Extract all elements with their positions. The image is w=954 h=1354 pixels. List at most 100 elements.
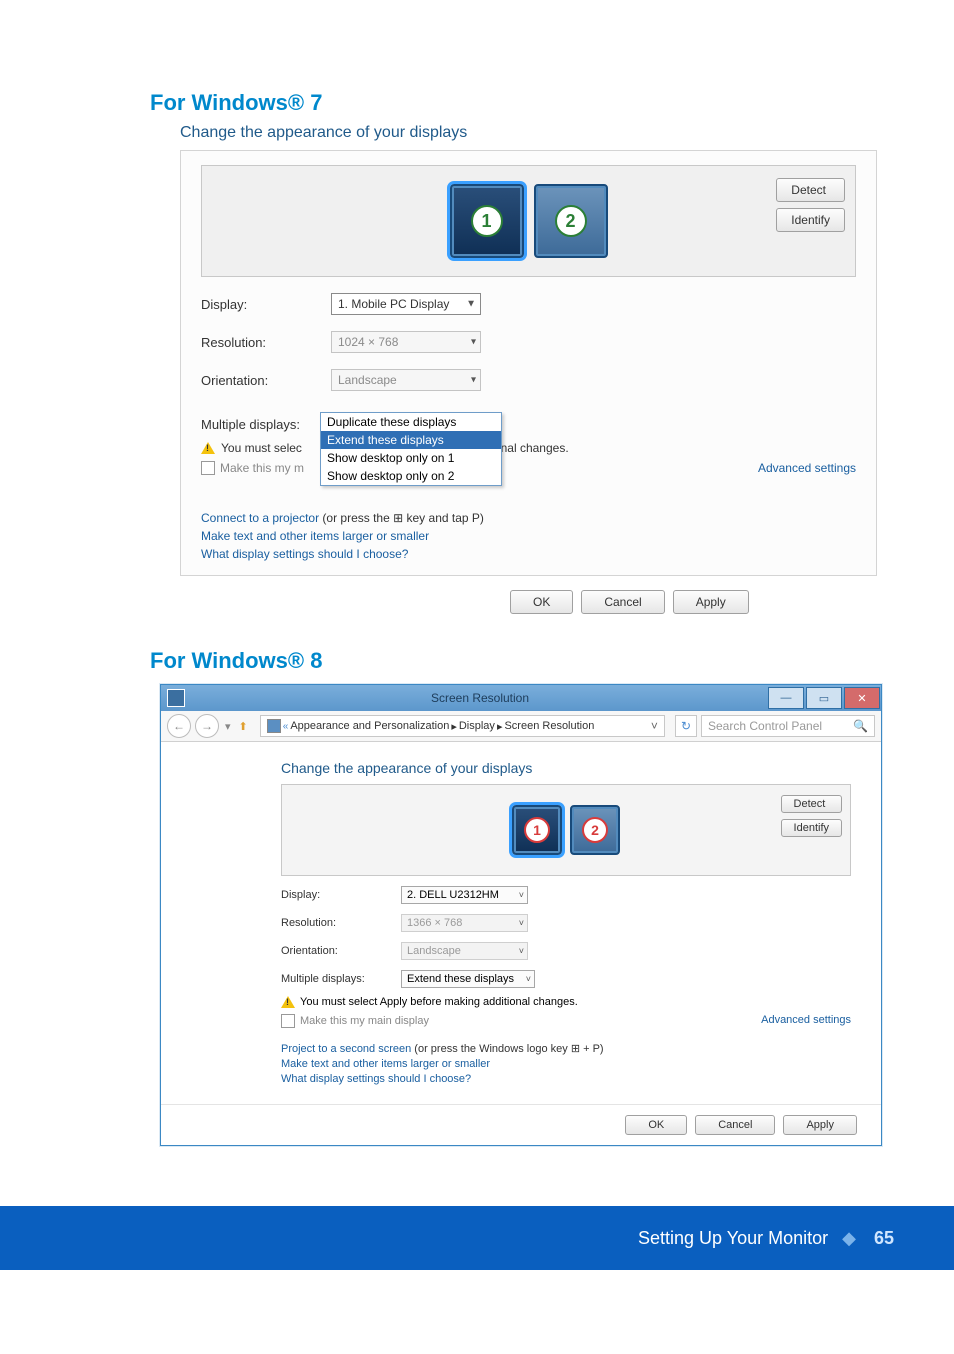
make-text-larger-link[interactable]: Make text and other items larger or smal…: [281, 1058, 851, 1070]
display-combo[interactable]: 2. DELL U2312HM˅: [401, 886, 528, 904]
control-panel-icon: [267, 719, 281, 733]
identify-button[interactable]: Identify: [781, 819, 842, 837]
breadcrumb-laquo: «: [283, 721, 289, 732]
resolution-label: Resolution:: [281, 917, 401, 929]
breadcrumb-item[interactable]: Screen Resolution: [504, 720, 594, 732]
resolution-combo[interactable]: 1366 × 768˅: [401, 914, 528, 932]
monitor-number: 1: [471, 205, 503, 237]
monitor-number: 2: [582, 817, 608, 843]
multiple-displays-dropdown[interactable]: Duplicate these displays Extend these di…: [320, 412, 502, 486]
back-button[interactable]: ←: [167, 714, 191, 738]
warning-icon: [201, 442, 215, 454]
win7-panel: 1 2 Detect Identify Display: 1. Mobile P…: [180, 150, 877, 576]
diamond-icon: ◆: [842, 1228, 856, 1249]
display-arrangement-box[interactable]: 1 2 Detect Identify: [201, 165, 856, 277]
advanced-settings-link[interactable]: Advanced settings: [761, 1014, 851, 1028]
display-label: Display:: [201, 297, 331, 312]
page-footer: Setting Up Your Monitor ◆ 65: [0, 1206, 954, 1270]
search-icon: 🔍: [853, 719, 868, 733]
chevron-down-icon: ▾: [471, 375, 476, 386]
resolution-label: Resolution:: [201, 335, 331, 350]
apply-button[interactable]: Apply: [673, 590, 749, 614]
apply-button[interactable]: Apply: [783, 1115, 857, 1135]
windows-key-icon: ⊞: [393, 511, 403, 525]
win8-nav-toolbar: ← → ▾ ⬆ « Appearance and Personalization…: [161, 711, 881, 742]
warning-text-left: You must selec: [221, 441, 302, 455]
chevron-down-icon: ˅: [519, 890, 524, 900]
page-number: 65: [874, 1228, 894, 1249]
advanced-settings-link[interactable]: Advanced settings: [758, 461, 856, 475]
recent-dropdown[interactable]: ▾: [223, 720, 233, 733]
warning-text-right: onal changes.: [494, 441, 569, 455]
monitor-1[interactable]: 1: [512, 805, 562, 855]
chevron-down-icon: ˅: [519, 918, 524, 928]
chevron-down-icon: ˅: [526, 974, 531, 984]
ok-button[interactable]: OK: [625, 1115, 687, 1135]
multiple-displays-combo[interactable]: Extend these displays˅: [401, 970, 535, 988]
orientation-label: Orientation:: [201, 373, 331, 388]
monitor-1[interactable]: 1: [450, 184, 524, 258]
connect-projector-link[interactable]: Connect to a projector (or press the ⊞ k…: [201, 511, 856, 525]
resolution-combo[interactable]: 1024 × 768▾: [331, 331, 481, 353]
make-main-checkbox[interactable]: [281, 1014, 295, 1028]
win8-window: Screen Resolution — ▭ ✕ ← → ▾ ⬆ « Appear…: [160, 684, 882, 1146]
monitor-2[interactable]: 2: [534, 184, 608, 258]
chevron-right-icon: ▸: [497, 720, 503, 733]
multiple-displays-label: Multiple displays:: [281, 973, 401, 985]
dropdown-option[interactable]: Show desktop only on 2: [321, 467, 501, 485]
display-combo[interactable]: 1. Mobile PC Display▼: [331, 293, 481, 315]
control-panel-icon: [167, 689, 185, 707]
make-main-label: Make this my main display: [300, 1015, 429, 1027]
chevron-right-icon: ▸: [451, 720, 457, 733]
warning-text: You must select Apply before making addi…: [300, 996, 578, 1008]
warning-icon: [281, 996, 295, 1008]
breadcrumb-bar[interactable]: « Appearance and Personalization ▸ Displ…: [260, 715, 665, 737]
monitor-2[interactable]: 2: [570, 805, 620, 855]
monitor-number: 2: [555, 205, 587, 237]
windows-key-icon: ⊞: [571, 1043, 580, 1055]
make-main-label: Make this my m: [220, 461, 304, 475]
multiple-displays-label: Multiple displays:: [201, 417, 331, 432]
display-label: Display:: [281, 889, 401, 901]
window-title: Screen Resolution: [193, 691, 767, 705]
project-second-screen-link[interactable]: Project to a second screen (or press the…: [281, 1042, 851, 1055]
cancel-button[interactable]: Cancel: [695, 1115, 775, 1135]
detect-button[interactable]: Detect: [776, 178, 845, 202]
close-button[interactable]: ✕: [844, 687, 880, 709]
up-button[interactable]: ⬆: [237, 720, 250, 733]
chevron-down-icon: ▾: [471, 337, 476, 348]
make-main-checkbox[interactable]: [201, 461, 215, 475]
section-heading-win8: For Windows® 8: [150, 648, 854, 674]
display-arrangement-box[interactable]: 1 2 Detect Identify: [281, 784, 851, 876]
win8-titlebar[interactable]: Screen Resolution — ▭ ✕: [161, 685, 881, 711]
orientation-label: Orientation:: [281, 945, 401, 957]
orientation-combo[interactable]: Landscape▾: [331, 369, 481, 391]
maximize-button[interactable]: ▭: [806, 687, 842, 709]
what-settings-link[interactable]: What display settings should I choose?: [281, 1073, 851, 1085]
breadcrumb-dropdown[interactable]: ˅: [651, 719, 658, 733]
search-placeholder: Search Control Panel: [708, 719, 822, 733]
ok-button[interactable]: OK: [510, 590, 573, 614]
dropdown-option[interactable]: Show desktop only on 1: [321, 449, 501, 467]
cancel-button[interactable]: Cancel: [581, 590, 664, 614]
section-heading-win7: For Windows® 7: [150, 90, 854, 116]
win8-subtitle: Change the appearance of your displays: [281, 760, 851, 776]
chevron-down-icon: ▼: [466, 299, 476, 310]
detect-button[interactable]: Detect: [781, 795, 842, 813]
chevron-down-icon: ˅: [519, 946, 524, 956]
forward-button[interactable]: →: [195, 714, 219, 738]
footer-section-title: Setting Up Your Monitor: [638, 1228, 828, 1249]
what-settings-link[interactable]: What display settings should I choose?: [201, 547, 856, 561]
dropdown-option[interactable]: Duplicate these displays: [321, 413, 501, 431]
make-text-larger-link[interactable]: Make text and other items larger or smal…: [201, 529, 856, 543]
breadcrumb-item[interactable]: Display: [459, 720, 495, 732]
monitor-number: 1: [524, 817, 550, 843]
win7-panel-title: Change the appearance of your displays: [180, 124, 854, 142]
orientation-combo[interactable]: Landscape˅: [401, 942, 528, 960]
minimize-button[interactable]: —: [768, 687, 804, 709]
dropdown-option-selected[interactable]: Extend these displays: [321, 431, 501, 449]
search-input[interactable]: Search Control Panel 🔍: [701, 715, 875, 737]
breadcrumb-item[interactable]: Appearance and Personalization: [290, 720, 449, 732]
identify-button[interactable]: Identify: [776, 208, 845, 232]
refresh-button[interactable]: ↻: [675, 715, 697, 737]
